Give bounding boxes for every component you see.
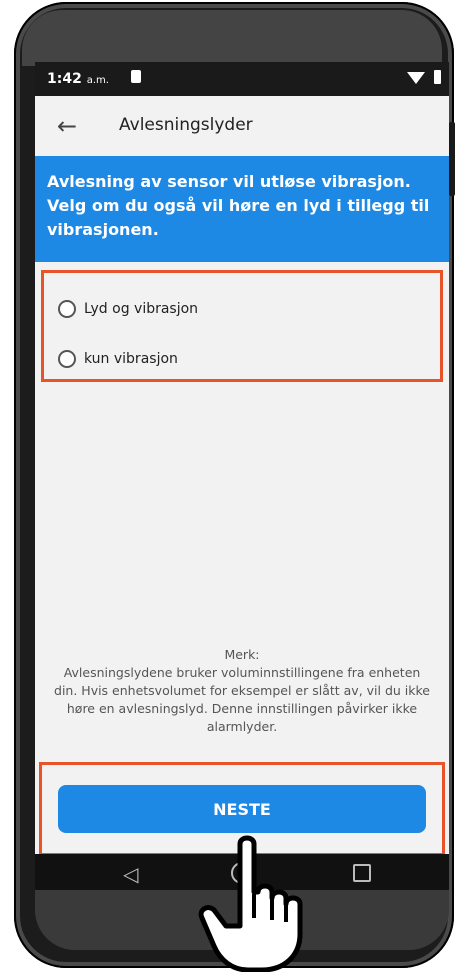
options-group: Lyd og vibrasjon kun vibrasjon — [41, 270, 443, 382]
banner-text: Avlesning av sensor vil utløse vibrasjon… — [47, 172, 430, 239]
option-label: Lyd og vibrasjon — [84, 301, 199, 317]
sim-icon — [131, 70, 141, 83]
next-button[interactable]: NESTE — [58, 785, 426, 833]
note-title: Merk: — [224, 647, 260, 662]
screen: 1:42 a.m. ← Avlesningslyder Avlesning av… — [35, 62, 449, 890]
nav-back-icon[interactable]: ◁ — [123, 862, 138, 886]
status-time: 1:42 a.m. — [47, 71, 109, 87]
note-body: Avlesningslydene bruker voluminnstilling… — [54, 665, 430, 734]
wifi-icon — [407, 72, 425, 84]
option-label: kun vibrasjon — [84, 351, 178, 367]
page-title: Avlesningslyder — [119, 115, 253, 135]
side-button — [449, 122, 455, 196]
pointing-hand-icon — [198, 835, 303, 972]
app-bar: ← Avlesningslyder — [35, 96, 449, 156]
phone-top-bezel — [22, 10, 442, 66]
nav-recent-apps-icon[interactable] — [353, 864, 371, 882]
note: Merk: Avlesningslydene bruker voluminnst… — [51, 646, 433, 736]
info-banner: Avlesning av sensor vil utløse vibrasjon… — [35, 156, 449, 262]
option-sound-and-vibration[interactable]: Lyd og vibrasjon — [58, 295, 198, 323]
option-vibration-only[interactable]: kun vibrasjon — [58, 345, 178, 373]
battery-icon — [434, 70, 441, 84]
arrow-left-icon[interactable]: ← — [57, 112, 77, 140]
radio-button-icon[interactable] — [58, 350, 76, 368]
radio-button-icon[interactable] — [58, 300, 76, 318]
status-bar: 1:42 a.m. — [35, 62, 449, 96]
